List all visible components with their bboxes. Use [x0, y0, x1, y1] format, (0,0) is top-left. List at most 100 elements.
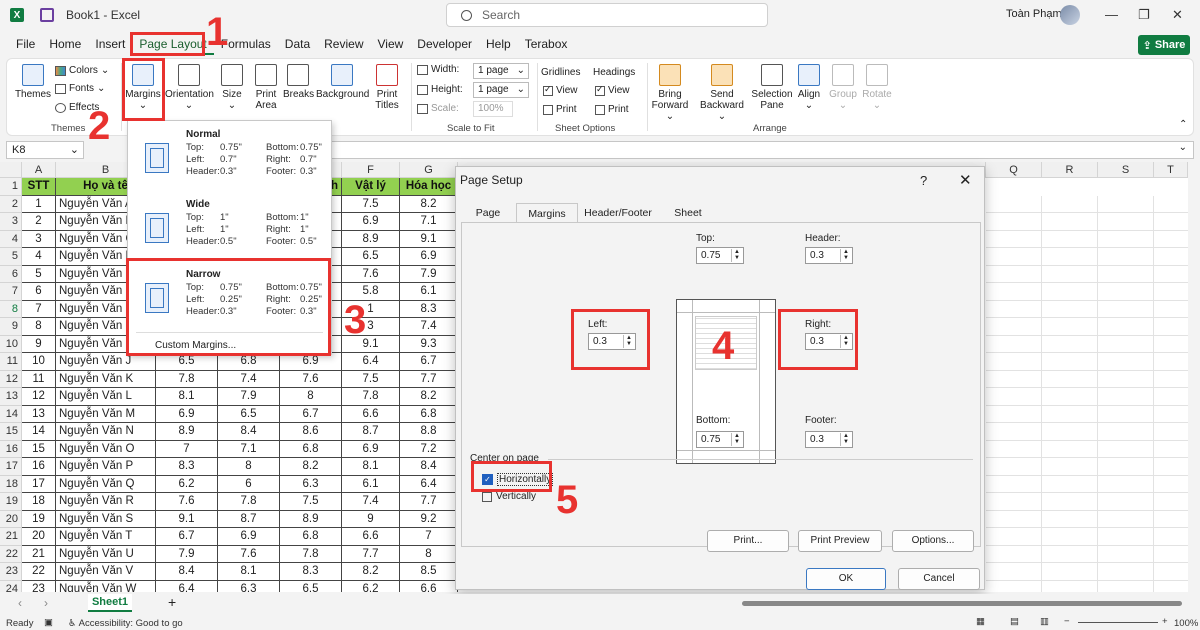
table-cell[interactable]: 7.4: [342, 493, 400, 511]
table-cell[interactable]: [1042, 580, 1098, 592]
table-cell[interactable]: 8: [22, 318, 56, 336]
table-cell[interactable]: [986, 405, 1042, 423]
zoom-level[interactable]: 100%: [1174, 618, 1198, 629]
table-header-cell[interactable]: Vật lý: [342, 178, 400, 196]
search-input[interactable]: Search: [446, 3, 768, 27]
table-cell[interactable]: [986, 563, 1042, 581]
table-cell[interactable]: 9: [342, 510, 400, 528]
table-cell[interactable]: 8.9: [156, 423, 218, 441]
width-dropdown[interactable]: 1 page ⌄: [473, 63, 529, 79]
table-cell[interactable]: Nguyễn Văn R: [56, 493, 156, 511]
table-cell[interactable]: [986, 493, 1042, 511]
table-cell[interactable]: [1042, 528, 1098, 546]
table-cell[interactable]: 19: [22, 510, 56, 528]
tab-sheet[interactable]: Sheet: [660, 203, 716, 223]
table-cell[interactable]: 21: [22, 545, 56, 563]
table-cell[interactable]: 8.3: [156, 458, 218, 476]
row-header[interactable]: 23: [0, 563, 22, 581]
table-cell[interactable]: 8.9: [280, 510, 342, 528]
row-header[interactable]: 22: [0, 545, 22, 563]
column-header[interactable]: S: [1098, 162, 1154, 178]
table-cell[interactable]: 15: [22, 440, 56, 458]
table-cell[interactable]: 8: [280, 388, 342, 406]
table-cell[interactable]: 6.4: [400, 475, 458, 493]
table-cell[interactable]: [1098, 265, 1154, 283]
table-cell[interactable]: [986, 318, 1042, 336]
table-cell[interactable]: Nguyễn Văn K: [56, 370, 156, 388]
table-cell[interactable]: 10: [22, 353, 56, 371]
table-cell[interactable]: [986, 195, 1042, 213]
table-cell[interactable]: [1154, 423, 1188, 441]
table-cell[interactable]: [986, 440, 1042, 458]
table-cell[interactable]: 9: [22, 335, 56, 353]
table-cell[interactable]: [986, 475, 1042, 493]
menu-tab-developer[interactable]: Developer: [410, 33, 479, 55]
themes-button[interactable]: Themes: [13, 64, 53, 100]
table-cell[interactable]: 7.1: [218, 440, 280, 458]
table-cell[interactable]: [1098, 475, 1154, 493]
table-cell[interactable]: [1042, 475, 1098, 493]
colors-button[interactable]: Colors ⌄: [55, 65, 109, 76]
table-cell[interactable]: 6.1: [400, 283, 458, 301]
table-cell[interactable]: [1098, 510, 1154, 528]
print-area-button[interactable]: Print Area: [251, 64, 281, 111]
rotate-button[interactable]: Rotate ⌄: [861, 64, 893, 111]
table-header-cell[interactable]: Hóa học: [400, 178, 458, 196]
table-cell[interactable]: [1098, 493, 1154, 511]
ok-button[interactable]: OK: [806, 568, 886, 590]
table-cell[interactable]: [1154, 318, 1188, 336]
table-cell[interactable]: [1098, 580, 1154, 592]
table-cell[interactable]: 6.4: [342, 353, 400, 371]
table-cell[interactable]: [1154, 248, 1188, 266]
table-cell[interactable]: 8.1: [218, 563, 280, 581]
close-icon[interactable]: ✕: [1172, 7, 1183, 23]
zoom-out-icon[interactable]: −: [1064, 616, 1070, 627]
table-cell[interactable]: 6.6: [342, 528, 400, 546]
table-cell[interactable]: 7.8: [218, 493, 280, 511]
menu-tab-review[interactable]: Review: [317, 33, 370, 55]
row-header[interactable]: 2: [0, 195, 22, 213]
table-cell[interactable]: 6.4: [156, 580, 218, 592]
table-cell[interactable]: [1154, 406, 1188, 423]
table-cell[interactable]: 17: [22, 475, 56, 493]
column-header[interactable]: F: [342, 162, 400, 178]
table-cell[interactable]: 16: [22, 458, 56, 476]
table-cell[interactable]: 7.8: [280, 545, 342, 563]
table-cell[interactable]: [1098, 440, 1154, 458]
row-header[interactable]: 7: [0, 283, 22, 301]
table-cell[interactable]: 6.7: [280, 405, 342, 423]
headings-view-checkbox[interactable]: View: [595, 84, 630, 96]
table-cell[interactable]: 7.5: [342, 195, 400, 213]
table-cell[interactable]: 6.7: [400, 353, 458, 371]
table-cell[interactable]: 9.1: [400, 230, 458, 248]
print-button[interactable]: Print...: [707, 530, 789, 552]
row-header[interactable]: 1: [0, 178, 22, 196]
group-button[interactable]: Group ⌄: [827, 64, 859, 111]
table-cell[interactable]: [1154, 301, 1188, 318]
top-spinner[interactable]: 0.75 ▲ ▼: [696, 247, 744, 264]
table-cell[interactable]: 7.7: [342, 545, 400, 563]
background-button[interactable]: Background: [316, 64, 369, 100]
table-cell[interactable]: [1042, 283, 1098, 301]
gridlines-print-checkbox[interactable]: Print: [543, 104, 577, 115]
table-cell[interactable]: 22: [22, 563, 56, 581]
footer-spinner[interactable]: 0.3 ▲ ▼: [805, 431, 853, 448]
table-cell[interactable]: [986, 283, 1042, 301]
table-cell[interactable]: [1042, 545, 1098, 563]
table-cell[interactable]: [1154, 213, 1188, 231]
next-sheet-icon[interactable]: ›: [44, 596, 48, 610]
table-cell[interactable]: 7: [22, 300, 56, 318]
row-header[interactable]: 12: [0, 370, 22, 388]
table-cell[interactable]: [1098, 458, 1154, 476]
align-button[interactable]: Align ⌄: [795, 64, 823, 111]
restore-icon[interactable]: ❐: [1138, 7, 1150, 23]
send-backward-button[interactable]: Send Backward ⌄: [697, 64, 747, 122]
table-cell[interactable]: 8.4: [218, 423, 280, 441]
table-cell[interactable]: [1042, 405, 1098, 423]
table-cell[interactable]: [1042, 335, 1098, 353]
table-cell[interactable]: [986, 510, 1042, 528]
table-cell[interactable]: Nguyễn Văn U: [56, 545, 156, 563]
table-cell[interactable]: [1042, 195, 1098, 213]
add-sheet-icon[interactable]: +: [168, 594, 176, 610]
table-cell[interactable]: Nguyễn Văn P: [56, 458, 156, 476]
